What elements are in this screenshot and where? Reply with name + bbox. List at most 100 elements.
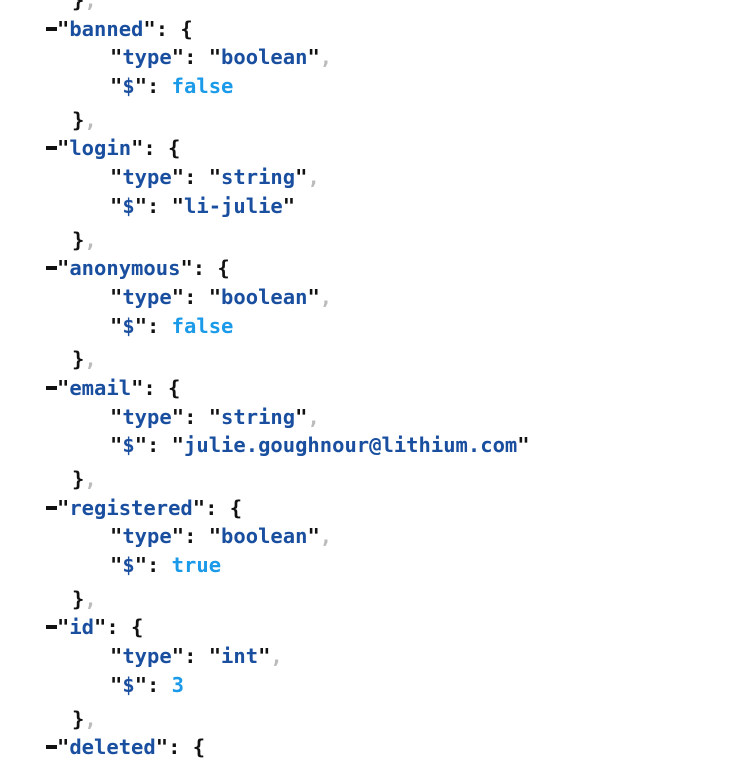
close-brace: } xyxy=(72,107,85,132)
colon: : xyxy=(192,256,206,281)
colon: : xyxy=(168,735,181,760)
json-key: banned xyxy=(69,16,144,41)
quote: " xyxy=(208,524,222,549)
collapse-toggle-icon[interactable] xyxy=(46,254,57,283)
open-brace: { xyxy=(168,136,181,161)
json-key: anonymous xyxy=(69,256,181,281)
separator-comma: , xyxy=(319,524,333,549)
separator-comma: , xyxy=(319,284,333,309)
json-value-type: boolean xyxy=(221,284,308,309)
json-close-brace-line: }, xyxy=(0,585,750,614)
quote: " xyxy=(134,193,148,218)
quote: " xyxy=(110,284,123,309)
json-key-type: type xyxy=(122,524,172,549)
quote: " xyxy=(110,74,123,99)
json-prop-value: "$": false xyxy=(0,72,750,101)
json-key-dollar: $ xyxy=(122,193,135,218)
json-node-id: "id": { xyxy=(0,613,750,642)
json-key: registered xyxy=(69,495,193,520)
quote: " xyxy=(131,375,144,400)
json-node-registered: "registered": { xyxy=(0,494,750,523)
collapse-toggle-icon[interactable] xyxy=(46,613,57,642)
collapse-toggle-icon[interactable] xyxy=(46,134,57,163)
json-prop-value: "$": true xyxy=(0,551,750,580)
quote: " xyxy=(110,524,123,549)
json-node-login: "login": { xyxy=(0,134,750,163)
json-key-type: type xyxy=(122,165,172,190)
collapse-toggle-icon[interactable] xyxy=(46,15,57,44)
collapse-toggle-icon[interactable] xyxy=(46,494,57,523)
json-close-brace-line: }, xyxy=(0,705,750,734)
json-node-email: "email": { xyxy=(0,374,750,403)
quote: " xyxy=(57,735,70,760)
quote: " xyxy=(57,256,70,281)
json-close-brace-line: }, xyxy=(0,106,750,135)
open-brace: { xyxy=(192,735,206,760)
json-scalar-value: li-julie xyxy=(184,193,283,218)
close-brace: } xyxy=(72,227,85,252)
open-brace: { xyxy=(180,16,193,41)
colon: : xyxy=(184,644,197,669)
json-prop-value: "$": "li-julie" xyxy=(0,192,750,221)
quote: " xyxy=(110,45,123,70)
json-node-deleted: "deleted": { xyxy=(0,733,750,762)
colon: : xyxy=(184,284,197,309)
colon: : xyxy=(147,74,160,99)
quote: " xyxy=(171,524,185,549)
close-brace: } xyxy=(72,467,85,491)
colon: : xyxy=(155,16,169,41)
quote: " xyxy=(110,165,123,190)
json-prop-value: "$": false xyxy=(0,312,750,341)
collapse-toggle-icon[interactable] xyxy=(46,733,57,762)
json-key-type: type xyxy=(122,45,172,70)
quote: " xyxy=(110,193,123,218)
quote: " xyxy=(295,165,308,190)
json-value-type: string xyxy=(221,165,296,190)
json-scalar-value: true xyxy=(171,553,222,578)
quote: " xyxy=(110,672,123,697)
open-brace: { xyxy=(229,495,243,520)
json-close-brace-line-clipped: }, xyxy=(0,0,750,15)
json-prop-type: "type": "int", xyxy=(0,642,750,671)
quote: " xyxy=(171,45,185,70)
json-key-dollar: $ xyxy=(122,553,135,578)
json-close-brace-line: }, xyxy=(0,226,750,255)
json-scalar-value: false xyxy=(171,74,234,99)
colon: : xyxy=(147,672,160,697)
separator-comma: , xyxy=(319,45,333,70)
colon: : xyxy=(184,45,197,70)
colon: : xyxy=(143,136,156,161)
json-prop-type: "type": "string", xyxy=(0,163,750,192)
quote: " xyxy=(57,375,70,400)
separator-comma: , xyxy=(84,467,97,491)
json-prop-type: "type": "boolean", xyxy=(0,283,750,312)
quote: " xyxy=(180,256,193,281)
colon: : xyxy=(147,433,160,458)
separator-comma: , xyxy=(307,404,320,429)
open-brace: { xyxy=(168,375,181,400)
quote: " xyxy=(307,284,320,309)
json-close-brace-line: }, xyxy=(0,345,750,374)
json-tree-viewer: }, "banned": {"type": "boolean", "$": fals… xyxy=(0,0,750,765)
open-brace: { xyxy=(131,615,144,640)
json-key: email xyxy=(69,375,132,400)
quote: " xyxy=(131,136,144,161)
quote: " xyxy=(134,313,148,338)
quote: " xyxy=(110,433,123,458)
quote: " xyxy=(295,404,308,429)
collapse-toggle-icon[interactable] xyxy=(46,374,57,403)
json-tree-root: }, "banned": {"type": "boolean", "$": fals… xyxy=(0,0,750,765)
quote: " xyxy=(143,16,156,41)
quote: " xyxy=(134,672,148,697)
separator-comma: , xyxy=(270,644,283,669)
quote: " xyxy=(134,433,148,458)
colon: : xyxy=(184,524,197,549)
json-scalar-value: false xyxy=(171,313,234,338)
colon: : xyxy=(184,165,197,190)
quote: " xyxy=(57,615,70,640)
json-key: id xyxy=(69,615,95,640)
quote: " xyxy=(57,495,70,520)
json-value-type: int xyxy=(221,644,259,669)
quote: " xyxy=(282,193,296,218)
colon: : xyxy=(147,313,160,338)
